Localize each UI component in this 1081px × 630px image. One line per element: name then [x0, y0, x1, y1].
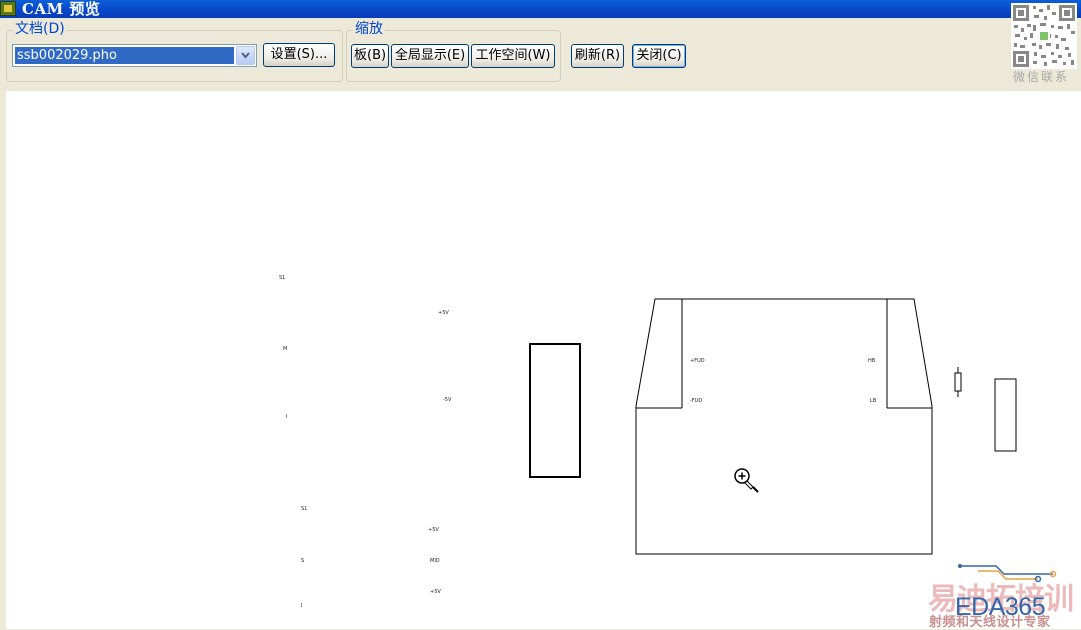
preview-label: S	[301, 558, 305, 564]
file-select-value: ssb002029.pho	[15, 47, 234, 64]
close-button[interactable]: 关闭(C)	[632, 44, 686, 68]
preview-label: +5V	[428, 527, 439, 533]
file-select[interactable]: ssb002029.pho	[12, 44, 257, 67]
settings-button[interactable]: 设置(S)...	[263, 43, 335, 67]
board-label: +FUD	[690, 358, 705, 364]
chevron-down-icon[interactable]	[236, 46, 255, 65]
title-bar: CAM 预览	[0, 0, 1081, 18]
board-label: HB	[868, 358, 876, 364]
qr-code-icon	[1011, 3, 1077, 69]
board-label: LB	[870, 398, 877, 404]
preview-label: M	[283, 346, 288, 352]
document-group-title: 文档(D)	[13, 21, 67, 37]
zoom-in-cursor-icon	[734, 468, 759, 493]
preview-label: S1	[301, 506, 308, 512]
window-title: CAM 预览	[22, 0, 101, 18]
extents-zoom-button[interactable]: 全局显示(E)	[391, 44, 469, 68]
preview-label: -5V	[443, 397, 452, 403]
qr-caption: 微信联系	[1013, 70, 1070, 84]
preview-label: MID	[430, 558, 440, 564]
preview-label: +5V	[430, 589, 441, 595]
preview-label: I	[286, 414, 288, 420]
board-label: -FUD	[690, 398, 703, 404]
zoom-group-title: 缩放	[353, 21, 385, 37]
watermark-subtitle: 射频和天线设计专家	[929, 615, 1051, 630]
preview-label: I	[301, 603, 303, 609]
preview-label: S1	[279, 275, 286, 281]
refresh-button[interactable]: 刷新(R)	[571, 44, 624, 68]
app-icon	[0, 1, 16, 16]
board-zoom-button[interactable]: 板(B)	[351, 44, 389, 68]
workspace-zoom-button[interactable]: 工作空间(W)	[471, 44, 555, 68]
gerber-drawing	[529, 298, 1017, 555]
gerber-preview-canvas[interactable]: S1 M I S1 S I +5V -5V +5V MID +5V +FUD -…	[6, 91, 1081, 629]
preview-label: +5V	[438, 310, 449, 316]
